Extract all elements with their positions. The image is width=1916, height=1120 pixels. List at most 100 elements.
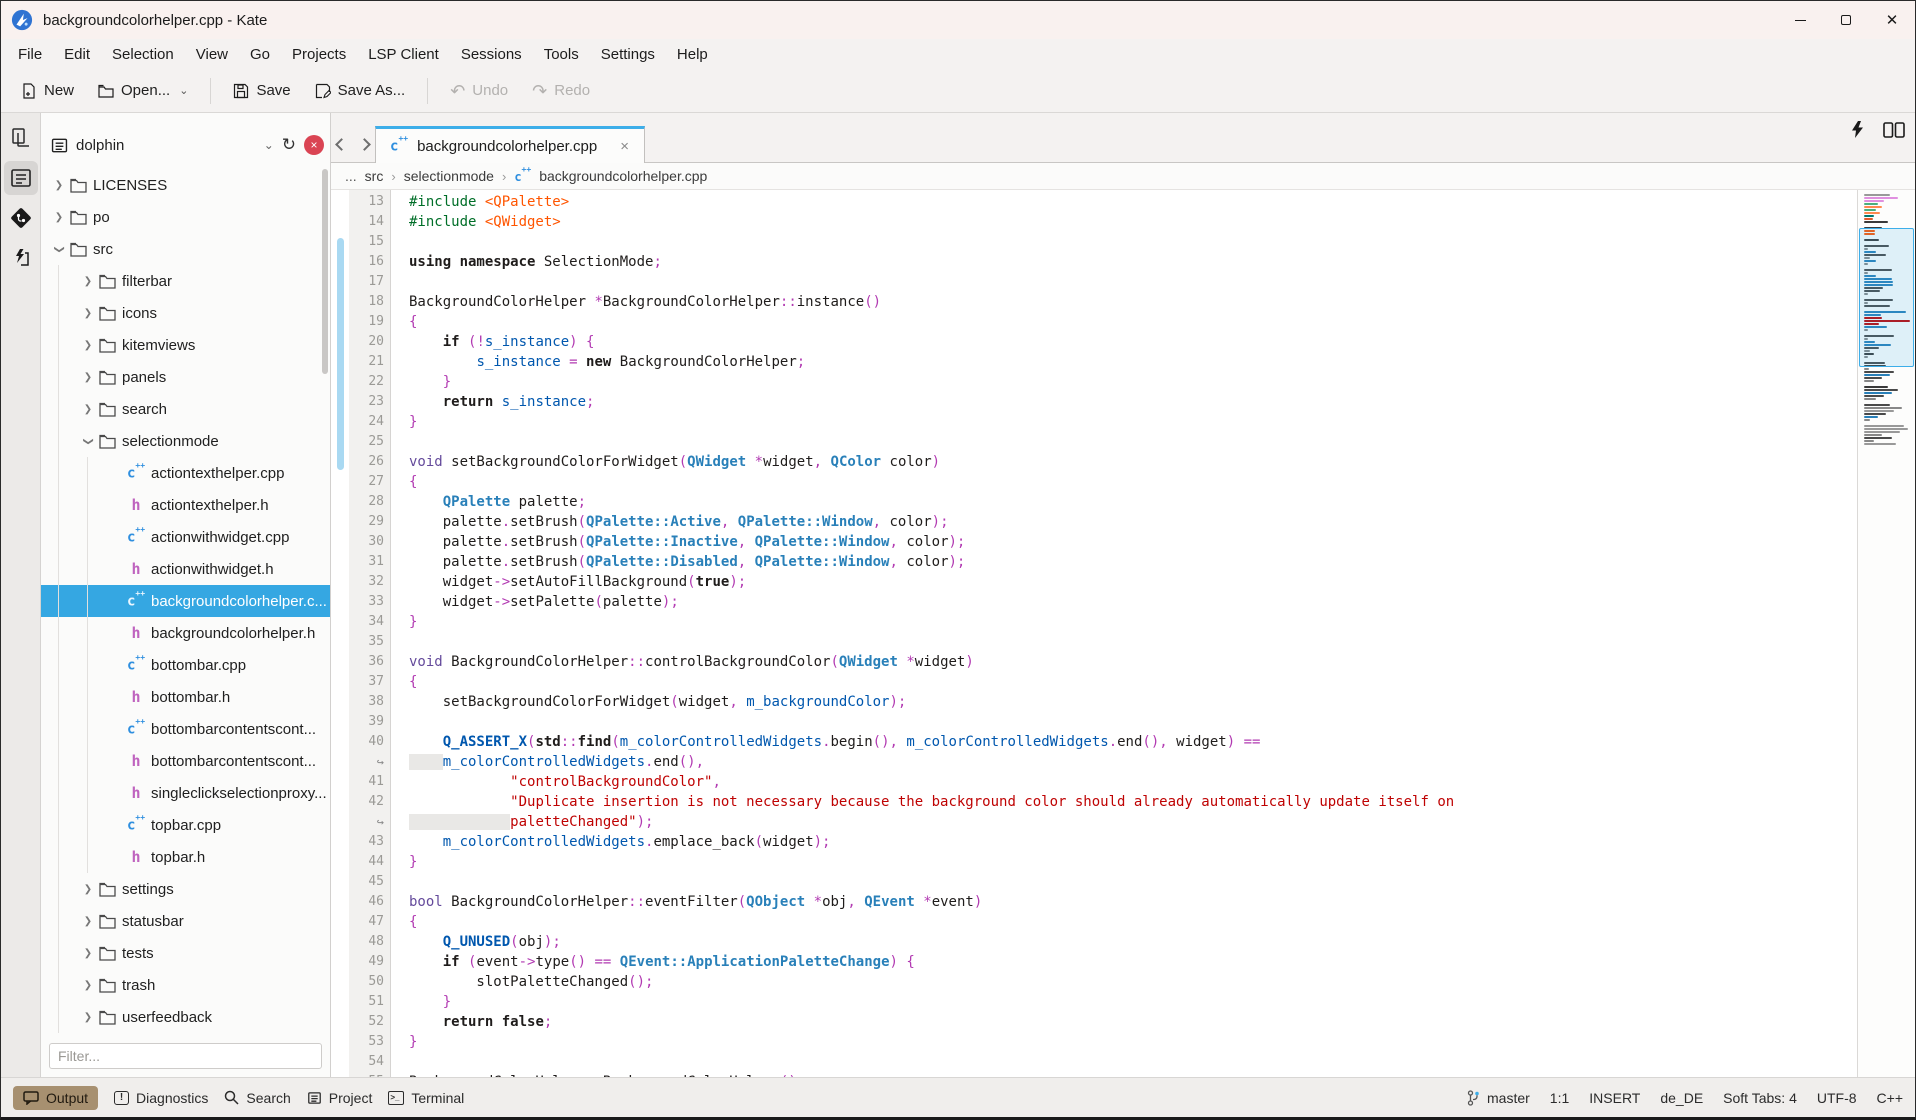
code-line[interactable]: palette.setBrush(QPalette::Inactive, QPa… [409, 532, 1857, 552]
chevron-collapsed-icon[interactable]: ❯ [80, 916, 96, 927]
tree-item-po[interactable]: ❯po [41, 201, 330, 233]
tree-item-panels[interactable]: ❯panels [41, 361, 330, 393]
tab-close-icon[interactable]: × [620, 138, 629, 155]
tree-scrollbar[interactable] [322, 169, 328, 374]
tree-item-statusbar[interactable]: ❯statusbar [41, 905, 330, 937]
open-dropdown-chevron-icon[interactable]: ⌄ [179, 84, 188, 97]
code-line[interactable]: BackgroundColorHelper *BackgroundColorHe… [409, 292, 1857, 312]
code-line[interactable]: slotPaletteChanged(); [409, 972, 1857, 992]
tree-item-icons[interactable]: ❯icons [41, 297, 330, 329]
cursor-position[interactable]: 1:1 [1550, 1090, 1569, 1106]
quick-open-lightning-icon[interactable] [1850, 121, 1865, 138]
code-line[interactable]: paletteChanged"); [409, 812, 1857, 832]
code-line[interactable]: setBackgroundColorForWidget(widget, m_ba… [409, 692, 1857, 712]
code-line[interactable]: { [409, 672, 1857, 692]
code-line[interactable]: m_colorControlledWidgets.emplace_back(wi… [409, 832, 1857, 852]
lsp-panel-button[interactable] [4, 241, 38, 275]
code-line[interactable]: } [409, 412, 1857, 432]
output-toggle[interactable]: Output [13, 1086, 98, 1110]
redo-button[interactable]: ↷ Redo [522, 76, 600, 106]
tree-item-userfeedback[interactable]: ❯userfeedback [41, 1001, 330, 1033]
tab-back-button[interactable] [337, 140, 346, 149]
split-view-icon[interactable] [1883, 122, 1905, 138]
menu-help[interactable]: Help [666, 42, 719, 67]
filter-input[interactable] [49, 1043, 322, 1069]
chevron-collapsed-icon[interactable]: ❯ [80, 404, 96, 415]
tree-item-topbar-cpp[interactable]: c++topbar.cpp [41, 809, 330, 841]
tree-item-singleclickselectionproxy-[interactable]: hsingleclickselectionproxy... [41, 777, 330, 809]
code-line[interactable]: #include <QPalette> [409, 192, 1857, 212]
tree-item-trash[interactable]: ❯trash [41, 969, 330, 1001]
tree-item-actiontexthelper-h[interactable]: hactiontexthelper.h [41, 489, 330, 521]
code-line[interactable]: widget->setAutoFillBackground(true); [409, 572, 1857, 592]
menu-go[interactable]: Go [239, 42, 281, 67]
menu-settings[interactable]: Settings [590, 42, 666, 67]
tree-item-backgroundcolorhelper-h[interactable]: hbackgroundcolorhelper.h [41, 617, 330, 649]
menu-edit[interactable]: Edit [53, 42, 101, 67]
code-line[interactable]: } [409, 612, 1857, 632]
tree-item-actionwithwidget-cpp[interactable]: c++actionwithwidget.cpp [41, 521, 330, 553]
new-button[interactable]: New [11, 76, 84, 105]
menu-projects[interactable]: Projects [281, 42, 357, 67]
code-line[interactable]: void setBackgroundColorForWidget(QWidget… [409, 452, 1857, 472]
code-line[interactable]: palette.setBrush(QPalette::Disabled, QPa… [409, 552, 1857, 572]
refresh-project-icon[interactable]: ↻ [282, 135, 296, 155]
maximize-button[interactable] [1823, 1, 1869, 39]
chevron-collapsed-icon[interactable]: ❯ [80, 884, 96, 895]
menu-view[interactable]: View [185, 42, 239, 67]
code-line[interactable]: { [409, 312, 1857, 332]
breadcrumb-item-selectionmode[interactable]: selectionmode [404, 168, 494, 184]
project-dropdown-chevron-icon[interactable]: ⌄ [264, 138, 274, 152]
syntax-mode-setting[interactable]: C++ [1877, 1090, 1903, 1106]
chevron-collapsed-icon[interactable]: ❯ [80, 980, 96, 991]
code-line[interactable]: } [409, 372, 1857, 392]
save-button[interactable]: Save [223, 76, 300, 105]
code-line[interactable] [409, 632, 1857, 652]
code-line[interactable]: Q_ASSERT_X(std::find(m_colorControlledWi… [409, 732, 1857, 752]
menu-tools[interactable]: Tools [533, 42, 590, 67]
code-line[interactable] [409, 872, 1857, 892]
menu-sessions[interactable]: Sessions [450, 42, 533, 67]
code-line[interactable]: bool BackgroundColorHelper::eventFilter(… [409, 892, 1857, 912]
code-line[interactable]: } [409, 852, 1857, 872]
tree-item-src[interactable]: ❯src [41, 233, 330, 265]
chevron-collapsed-icon[interactable]: ❯ [80, 372, 96, 383]
code-line[interactable]: } [409, 1032, 1857, 1052]
folding-region-indicator[interactable] [337, 238, 344, 470]
git-branch-indicator[interactable]: master [1467, 1090, 1530, 1106]
chevron-expanded-icon[interactable]: ❯ [83, 433, 94, 449]
chevron-collapsed-icon[interactable]: ❯ [80, 1012, 96, 1023]
code-line[interactable]: QPalette palette; [409, 492, 1857, 512]
menu-lsp-client[interactable]: LSP Client [357, 42, 450, 67]
tree-item-filterbar[interactable]: ❯filterbar [41, 265, 330, 297]
tree-item-selectionmode[interactable]: ❯selectionmode [41, 425, 330, 457]
code-line[interactable]: } [409, 992, 1857, 1012]
tree-item-topbar-h[interactable]: htopbar.h [41, 841, 330, 873]
menu-selection[interactable]: Selection [101, 42, 185, 67]
terminal-toggle[interactable]: >_ Terminal [388, 1090, 464, 1106]
search-toggle[interactable]: Search [224, 1090, 290, 1106]
tree-item-kitemviews[interactable]: ❯kitemviews [41, 329, 330, 361]
code-line[interactable] [409, 272, 1857, 292]
code-line[interactable]: m_colorControlledWidgets.end(), [409, 752, 1857, 772]
diagnostics-toggle[interactable]: ! Diagnostics [114, 1090, 208, 1106]
code-line[interactable]: #include <QWidget> [409, 212, 1857, 232]
code-line[interactable] [409, 712, 1857, 732]
breadcrumb-item-file[interactable]: backgroundcolorhelper.cpp [539, 168, 707, 184]
tab-forward-button[interactable] [360, 140, 369, 149]
project-toggle[interactable]: Project [307, 1090, 373, 1106]
tree-item-search[interactable]: ❯search [41, 393, 330, 425]
breadcrumb-item-src[interactable]: src [365, 168, 384, 184]
code-line[interactable]: return s_instance; [409, 392, 1857, 412]
code-line[interactable]: return false; [409, 1012, 1857, 1032]
tree-item-settings[interactable]: ❯settings [41, 873, 330, 905]
minimize-button[interactable] [1777, 1, 1823, 39]
code-line[interactable]: void BackgroundColorHelper::controlBackg… [409, 652, 1857, 672]
tree-item-actionwithwidget-h[interactable]: hactionwithwidget.h [41, 553, 330, 585]
code-line[interactable]: { [409, 912, 1857, 932]
code-line[interactable]: if (!s_instance) { [409, 332, 1857, 352]
minimap-viewport[interactable] [1859, 228, 1914, 367]
undo-button[interactable]: ↶ Undo [440, 76, 518, 106]
code-line[interactable] [409, 432, 1857, 452]
open-button[interactable]: Open... ⌄ [88, 76, 198, 105]
